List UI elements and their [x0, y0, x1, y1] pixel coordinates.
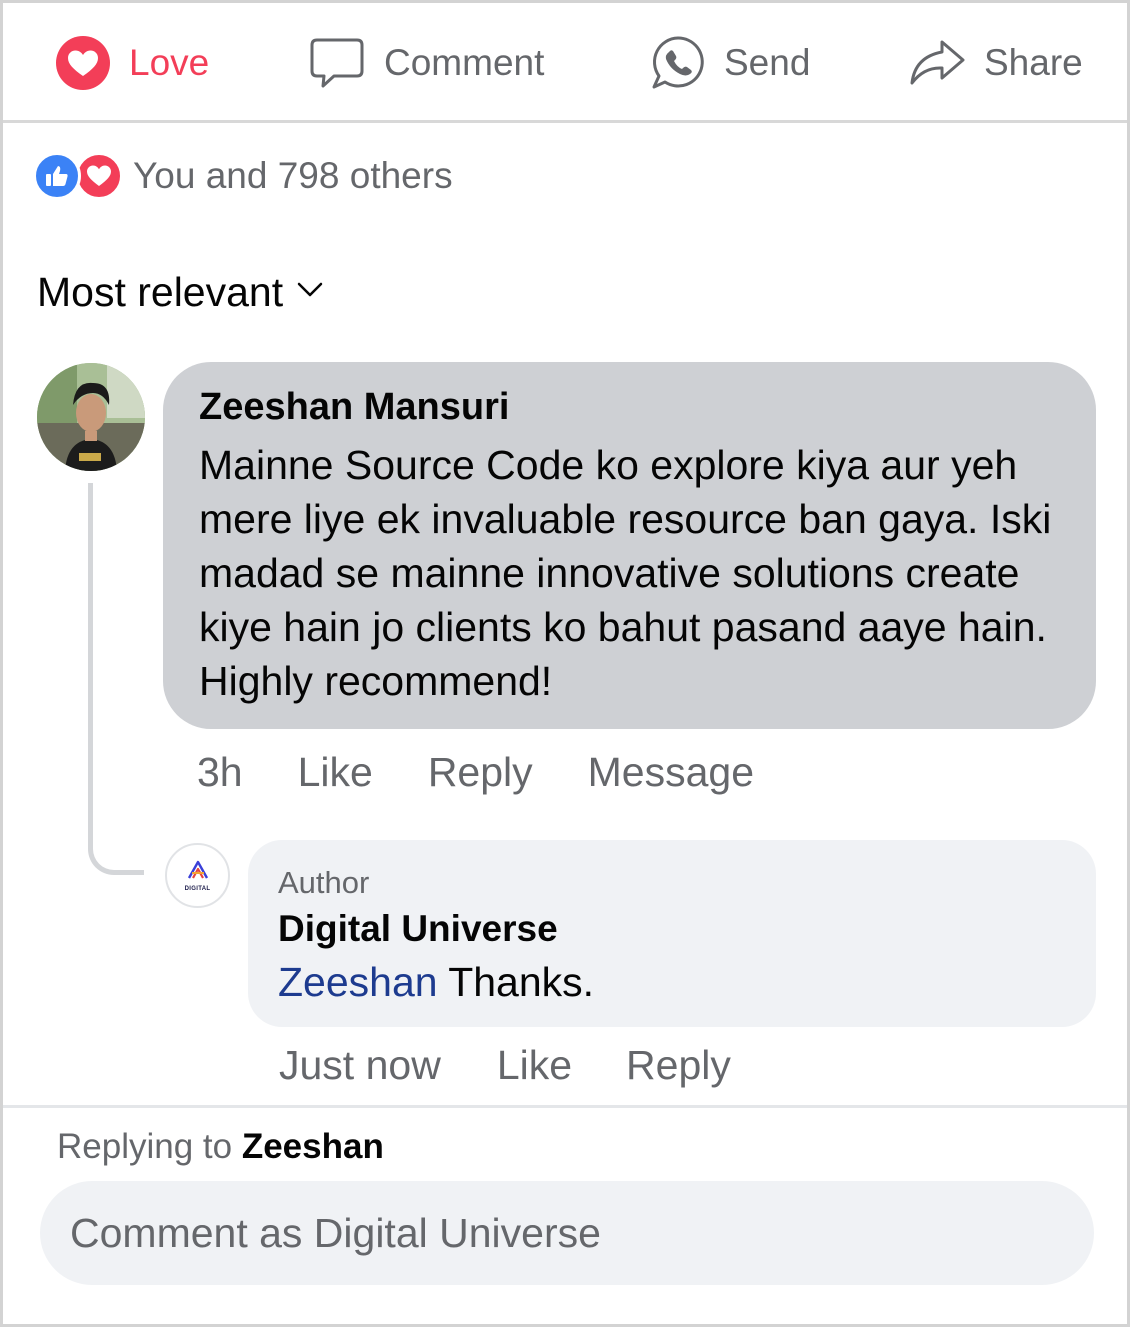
- comment-button[interactable]: Comment: [308, 31, 544, 95]
- reply-actions: Just now Like Reply: [279, 1042, 731, 1089]
- reply-timestamp[interactable]: Just now: [279, 1042, 441, 1089]
- replying-to-label: Replying to Zeeshan: [57, 1127, 384, 1167]
- comment-bubble: Zeeshan Mansuri Mainne Source Code ko ex…: [163, 362, 1096, 729]
- thread-connector-line: [88, 483, 144, 875]
- speech-bubble-icon: [308, 34, 366, 92]
- whatsapp-icon: [650, 35, 706, 91]
- comment-reply-button[interactable]: Reply: [428, 749, 533, 796]
- digital-universe-logo-icon: [186, 860, 210, 885]
- comment-input[interactable]: [40, 1181, 1094, 1285]
- reactions-count: You and 798 others: [133, 155, 453, 196]
- replying-name: Zeeshan: [241, 1127, 384, 1166]
- chevron-down-icon: [297, 282, 323, 303]
- comment-message-button[interactable]: Message: [588, 749, 754, 796]
- sort-label: Most relevant: [37, 269, 284, 315]
- share-button[interactable]: Share: [908, 31, 1083, 95]
- reply-message: Thanks.: [437, 959, 595, 1005]
- comment-text: Mainne Source Code ko explore kiya aur y…: [199, 442, 1052, 704]
- sort-dropdown[interactable]: Most relevant: [37, 269, 323, 316]
- reply-like-button[interactable]: Like: [497, 1042, 572, 1089]
- post-action-bar: Love Comment Send Share: [3, 3, 1127, 123]
- page-avatar[interactable]: DIGITAL: [165, 843, 230, 908]
- reply-reply-button[interactable]: Reply: [626, 1042, 731, 1089]
- comment-label: Comment: [384, 42, 545, 83]
- send-button[interactable]: Send: [650, 31, 810, 95]
- post-comments-panel: Love Comment Send Share You and 798 othe…: [0, 0, 1130, 1327]
- like-icon: [33, 152, 81, 200]
- author-badge: Author: [278, 865, 370, 900]
- reply-text: Zeeshan Thanks.: [278, 954, 1066, 1010]
- love-icon: [75, 152, 123, 200]
- love-label: Love: [129, 42, 210, 83]
- heart-icon: [55, 35, 111, 91]
- comment-actions: 3h Like Reply Message: [197, 749, 754, 796]
- share-arrow-icon: [908, 37, 966, 89]
- composer-divider: [3, 1105, 1127, 1108]
- comment-like-button[interactable]: Like: [298, 749, 373, 796]
- love-button[interactable]: Love: [55, 31, 209, 95]
- replying-prefix: Replying to: [57, 1127, 242, 1166]
- send-label: Send: [724, 42, 811, 83]
- reply-bubble: Author Digital Universe Zeeshan Thanks.: [248, 840, 1096, 1027]
- reply-author[interactable]: Digital Universe: [278, 906, 1066, 952]
- share-label: Share: [984, 42, 1083, 83]
- reactions-summary[interactable]: You and 798 others: [33, 151, 453, 201]
- comment-timestamp[interactable]: 3h: [197, 749, 243, 796]
- logo-text: DIGITAL: [184, 885, 211, 892]
- commenter-avatar[interactable]: [37, 363, 145, 471]
- comment-author[interactable]: Zeeshan Mansuri: [199, 384, 1060, 430]
- mention-link[interactable]: Zeeshan: [278, 959, 438, 1005]
